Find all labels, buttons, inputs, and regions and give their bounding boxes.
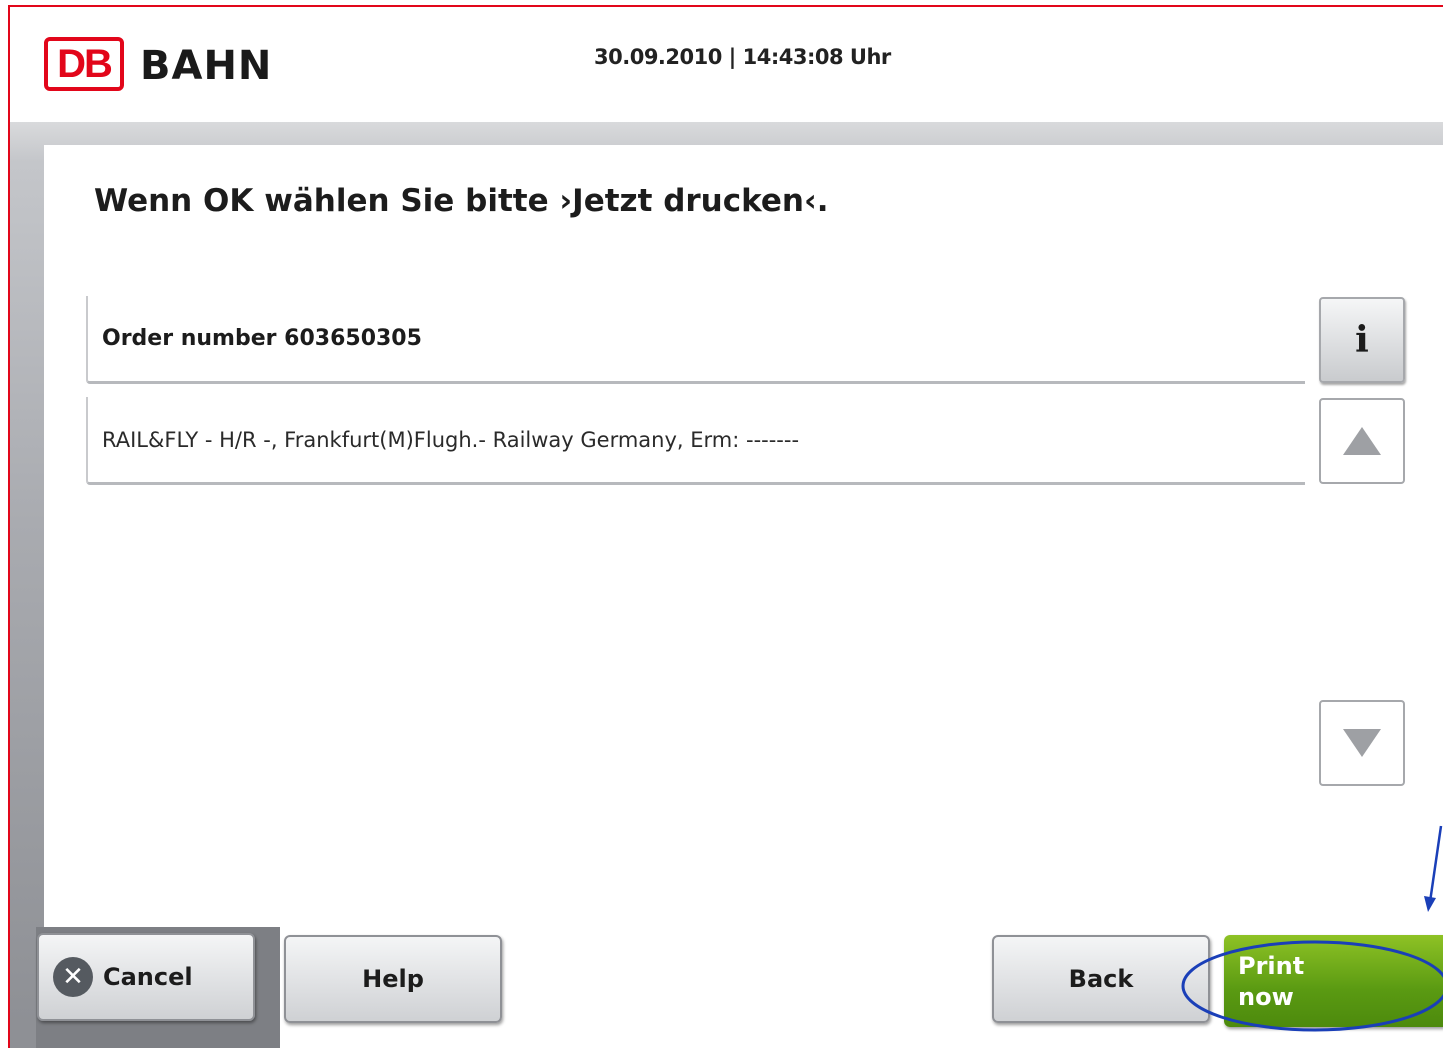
brand-name: BAHN <box>140 43 273 89</box>
print-now-button[interactable]: Print now <box>1224 935 1443 1027</box>
info-icon: i <box>1355 319 1369 361</box>
arrow-up-icon <box>1343 427 1381 455</box>
header: DB BAHN 30.09.2010 | 14:43:08 Uhr <box>10 7 1443 122</box>
help-label: Help <box>362 965 424 993</box>
page-title: Wenn OK wählen Sie bitte ›Jetzt drucken‹… <box>94 183 829 219</box>
back-button[interactable]: Back <box>992 935 1210 1023</box>
datetime: 30.09.2010 | 14:43:08 Uhr <box>594 45 891 69</box>
back-label: Back <box>1068 965 1134 993</box>
list-item-order-number[interactable]: Order number 603650305 <box>86 296 1305 384</box>
list-item-label: RAIL&FLY - H/R -, Frankfurt(M)Flugh.- Ra… <box>102 427 800 452</box>
scroll-up-button[interactable] <box>1319 398 1405 484</box>
db-logo: DB <box>44 37 124 91</box>
db-logo-text: DB <box>57 42 113 86</box>
list-item-label: Order number 603650305 <box>102 326 422 351</box>
arrow-down-icon <box>1343 729 1381 757</box>
cancel-button[interactable]: ✕ Cancel <box>37 933 255 1021</box>
print-label-line2: now <box>1238 983 1294 1011</box>
close-circle-icon: ✕ <box>53 957 93 997</box>
content-panel: Wenn OK wählen Sie bitte ›Jetzt drucken‹… <box>44 145 1443 930</box>
print-label-line1: Print <box>1238 952 1305 980</box>
info-button[interactable]: i <box>1319 297 1405 383</box>
help-button[interactable]: Help <box>284 935 502 1023</box>
cancel-label: Cancel <box>103 963 193 991</box>
kiosk-frame: DB BAHN 30.09.2010 | 14:43:08 Uhr Wenn O… <box>8 5 1443 1048</box>
scroll-down-button[interactable] <box>1319 700 1405 786</box>
list-item-ticket[interactable]: RAIL&FLY - H/R -, Frankfurt(M)Flugh.- Ra… <box>86 397 1305 485</box>
